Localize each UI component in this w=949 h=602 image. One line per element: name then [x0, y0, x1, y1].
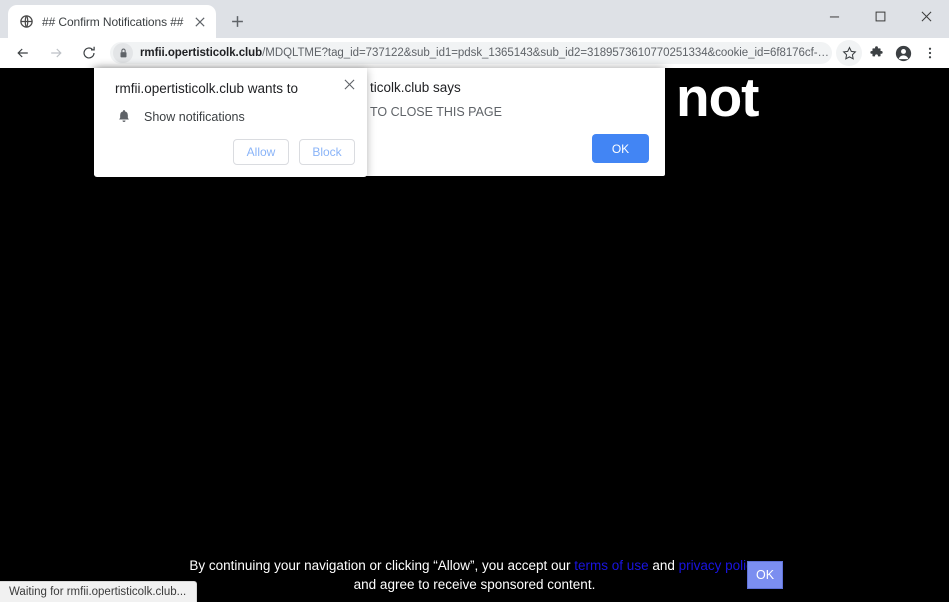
browser-window: ## Confirm Notifications ##	[0, 0, 949, 602]
address-bar[interactable]: rmfii.opertisticolk.club/MDQLTME?tag_id=…	[110, 42, 832, 64]
permission-title: rmfii.opertisticolk.club wants to	[115, 81, 298, 96]
tab-confirm-notifications[interactable]: ## Confirm Notifications ##	[8, 5, 216, 38]
browser-toolbar: rmfii.opertisticolk.club/MDQLTME?tag_id=…	[0, 38, 949, 68]
block-button[interactable]: Block	[299, 139, 355, 165]
three-dot-menu-icon[interactable]	[917, 40, 943, 66]
url-path: /MDQLTME?tag_id=737122&sub_id1=pdsk_1365…	[262, 47, 829, 59]
maximize-button[interactable]	[857, 0, 903, 32]
close-window-button[interactable]	[903, 0, 949, 32]
tab-title: ## Confirm Notifications ##	[42, 15, 191, 29]
window-controls	[811, 0, 949, 32]
globe-icon	[18, 14, 34, 30]
forward-button	[42, 39, 70, 67]
puzzle-icon[interactable]	[863, 40, 889, 66]
star-icon[interactable]	[836, 40, 862, 66]
dialog-message: TO CLOSE THIS PAGE	[370, 105, 502, 119]
permission-option-row: Show notifications	[115, 108, 245, 125]
permission-actions: Allow Block	[233, 139, 355, 165]
allow-button[interactable]: Allow	[233, 139, 289, 165]
terms-of-use-link[interactable]: terms of use	[574, 558, 648, 573]
url-text: rmfii.opertisticolk.club/MDQLTME?tag_id=…	[140, 47, 829, 59]
new-tab-button[interactable]	[223, 7, 251, 35]
consent-text-before-links: By continuing your navigation or clickin…	[189, 558, 574, 573]
bell-icon	[115, 108, 132, 125]
consent-line-1: By continuing your navigation or clickin…	[20, 556, 929, 575]
reload-button[interactable]	[75, 39, 103, 67]
consent-text-between-links: and	[649, 558, 679, 573]
status-text: Waiting for rmfii.opertisticolk.club...	[9, 586, 186, 598]
permission-option-label: Show notifications	[144, 110, 245, 124]
tab-close-icon[interactable]	[191, 13, 208, 30]
dialog-title: ticolk.club says	[370, 80, 461, 95]
close-icon[interactable]	[340, 75, 358, 93]
back-button[interactable]	[9, 39, 37, 67]
lock-icon[interactable]	[113, 43, 133, 63]
notification-permission-bubble: rmfii.opertisticolk.club wants to Show n…	[94, 68, 367, 177]
consent-ok-button[interactable]: OK	[747, 561, 783, 589]
profile-avatar-icon[interactable]	[890, 40, 916, 66]
url-host: rmfii.opertisticolk.club	[140, 47, 262, 59]
tab-strip: ## Confirm Notifications ##	[0, 0, 949, 38]
status-bubble: Waiting for rmfii.opertisticolk.club...	[0, 581, 197, 602]
minimize-button[interactable]	[811, 0, 857, 32]
dialog-ok-button[interactable]: OK	[592, 134, 649, 163]
